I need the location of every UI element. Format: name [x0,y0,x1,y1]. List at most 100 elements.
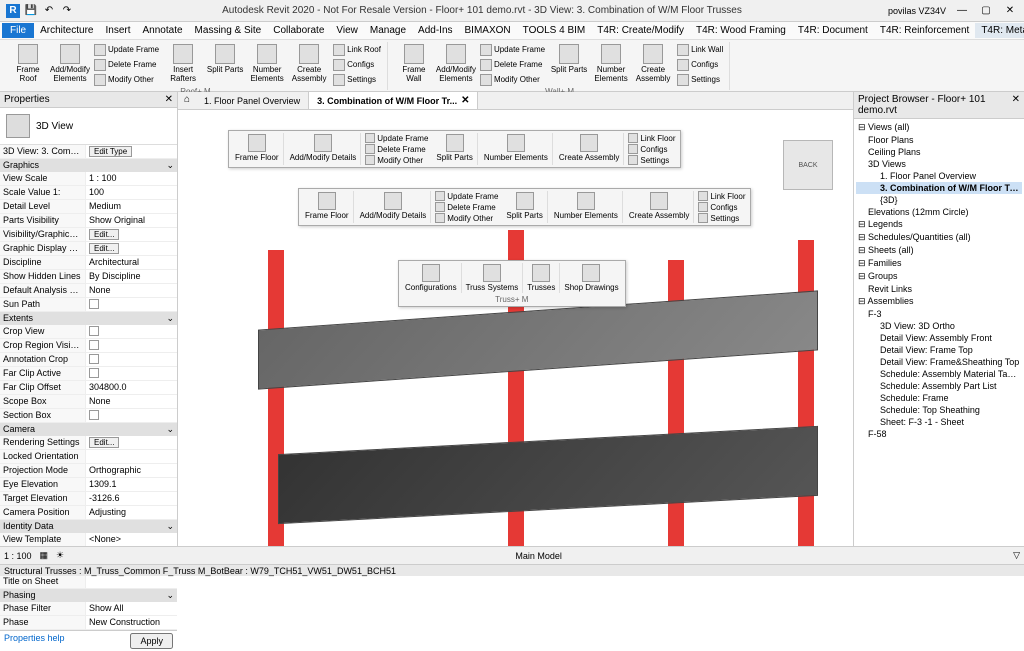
truss-systems-button[interactable]: Truss Systems [462,263,524,293]
update-frame-button[interactable]: Update Frame [92,43,161,57]
discipline-value[interactable]: Architectural [86,256,177,269]
tree-item[interactable]: Detail View: Frame&Sheathing Top [856,356,1022,368]
sunpath-checkbox[interactable] [89,299,99,309]
split-parts-2[interactable]: Split Parts [502,191,547,223]
menu-t4r-wood[interactable]: T4R: Wood Framing [690,23,792,38]
trusses-button[interactable]: Trusses [523,263,560,293]
tree-item[interactable]: 3. Combination of W/M Floor Trusses [856,182,1022,194]
tree-item[interactable]: Schedule: Frame [856,392,1022,404]
close-button[interactable]: ✕ [1000,5,1020,16]
properties-close[interactable]: ✕ [165,94,173,105]
expand-icon[interactable]: ⌄ [166,521,174,532]
menu-t4r-document[interactable]: T4R: Document [792,23,874,38]
view-template-value[interactable]: <None> [86,533,177,546]
create-assembly-2[interactable]: Create Assembly [625,191,694,223]
tree-item[interactable]: ⊟ Schedules/Quantities (all) [856,231,1022,244]
tree-item[interactable]: ⊟ Views (all) [856,121,1022,134]
tree-item[interactable]: ⊟ Legends [856,218,1022,231]
viewcube[interactable]: BACK [783,140,833,190]
undo-icon[interactable]: ↶ [42,4,56,18]
settings-wall-button[interactable]: Settings [675,73,725,87]
tree-item[interactable]: 3D Views [856,158,1022,170]
split-parts-float-button[interactable]: Split Parts [432,133,477,165]
phase-filter-value[interactable]: Show All [86,602,177,615]
configs-button[interactable]: Configs [331,58,383,72]
view-type[interactable]: 3D View [36,121,73,132]
anno-crop-checkbox[interactable] [89,354,99,364]
split-parts-wall-button[interactable]: Split Parts [549,43,589,87]
link-floor-button[interactable]: Link Floor [626,133,677,143]
configs-float-button[interactable]: Configs [626,144,677,154]
maximize-button[interactable]: ▢ [976,5,996,16]
update-frame-wall-button[interactable]: Update Frame [478,43,547,57]
menu-bimaxon[interactable]: BIMAXON [459,23,517,38]
browser-close[interactable]: ✕ [1012,94,1020,116]
tree-item[interactable]: Schedule: Assembly Material Takeoff [856,368,1022,380]
detail-level-value[interactable]: Medium [86,200,177,213]
link-wall-button[interactable]: Link Wall [675,43,725,57]
minimize-button[interactable]: — [952,5,972,16]
menu-t4r-reinforcement[interactable]: T4R: Reinforcement [874,23,975,38]
tree-item[interactable]: 3D View: 3D Ortho [856,320,1022,332]
insert-rafters-button[interactable]: Insert Rafters [163,43,203,87]
section-box-checkbox[interactable] [89,410,99,420]
configs-wall-button[interactable]: Configs [675,58,725,72]
create-assembly-float-button[interactable]: Create Assembly [555,133,624,165]
tree-item[interactable]: Elevations (12mm Circle) [856,206,1022,218]
shop-drawings-button[interactable]: Shop Drawings [560,263,622,293]
split-parts-button[interactable]: Split Parts [205,43,245,87]
frame-floor-button-2[interactable]: Frame Floor [301,191,354,223]
main-model-selector[interactable]: Main Model [515,551,562,561]
phase-value[interactable]: New Construction [86,616,177,629]
apply-button[interactable]: Apply [130,633,173,649]
tree-item[interactable]: Revit Links [856,283,1022,295]
file-menu[interactable]: File [2,23,34,38]
far-offset-value[interactable]: 304800.0 [86,381,177,394]
expand-icon[interactable]: ⌄ [166,424,174,435]
addmod-details-button[interactable]: Add/Modify Details [286,133,362,165]
create-assembly-wall-button[interactable]: Create Assembly [633,43,673,87]
tree-item[interactable]: Ceiling Plans [856,146,1022,158]
tree-item[interactable]: ⊟ Assemblies [856,295,1022,308]
eye-elev-value[interactable]: 1309.1 [86,478,177,491]
number-elements-button[interactable]: Number Elements [247,43,287,87]
crop-view-checkbox[interactable] [89,326,99,336]
tree-item[interactable]: ⊟ Families [856,257,1022,270]
tree-item[interactable]: Schedule: Top Sheathing [856,404,1022,416]
render-edit-button[interactable]: Edit... [89,437,119,448]
save-icon[interactable]: 💾 [24,4,38,18]
tree-item[interactable]: Floor Plans [856,134,1022,146]
frame-wall-button[interactable]: Frame Wall [394,43,434,87]
gd-edit-button[interactable]: Edit... [89,243,119,254]
tree-item[interactable]: Detail View: Assembly Front [856,332,1022,344]
tree-item[interactable]: {3D} [856,194,1022,206]
create-assembly-button[interactable]: Create Assembly [289,43,329,87]
tree-item[interactable]: 1. Floor Panel Overview [856,170,1022,182]
menu-tools4bim[interactable]: TOOLS 4 BIM [517,23,592,38]
3d-canvas[interactable]: BACK Frame Floor Add/Modify Details Upda… [178,110,853,546]
expand-icon[interactable]: ⌄ [166,160,174,171]
update-frame-2[interactable]: Update Frame [433,191,500,201]
number-elements-float-button[interactable]: Number Elements [480,133,553,165]
hidden-lines-value[interactable]: By Discipline [86,270,177,283]
settings-button[interactable]: Settings [331,73,383,87]
tree-item[interactable]: Schedule: Assembly Part List [856,380,1022,392]
delete-frame-wall-button[interactable]: Delete Frame [478,58,547,72]
menu-t4r-create[interactable]: T4R: Create/Modify [591,23,690,38]
menu-insert[interactable]: Insert [99,23,136,38]
menu-architecture[interactable]: Architecture [34,23,99,38]
tree-item[interactable]: Sheet: F-3 -1 - Sheet [856,416,1022,428]
expand-icon[interactable]: ⌄ [166,313,174,324]
tree-item[interactable]: Detail View: Frame Top [856,344,1022,356]
settings-float-button[interactable]: Settings [626,155,677,165]
settings-2[interactable]: Settings [696,213,747,223]
modify-other-wall-button[interactable]: Modify Other [478,73,547,87]
tree-item[interactable]: ⊟ Sheets (all) [856,244,1022,257]
visual-style-icon[interactable]: ▦ [40,550,49,561]
far-clip-checkbox[interactable] [89,368,99,378]
sun-icon[interactable]: ☀ [56,550,64,561]
delete-frame-2[interactable]: Delete Frame [433,202,500,212]
update-frame-float-button[interactable]: Update Frame [363,133,430,143]
configurations-button[interactable]: Configurations [401,263,462,293]
configs-2[interactable]: Configs [696,202,747,212]
